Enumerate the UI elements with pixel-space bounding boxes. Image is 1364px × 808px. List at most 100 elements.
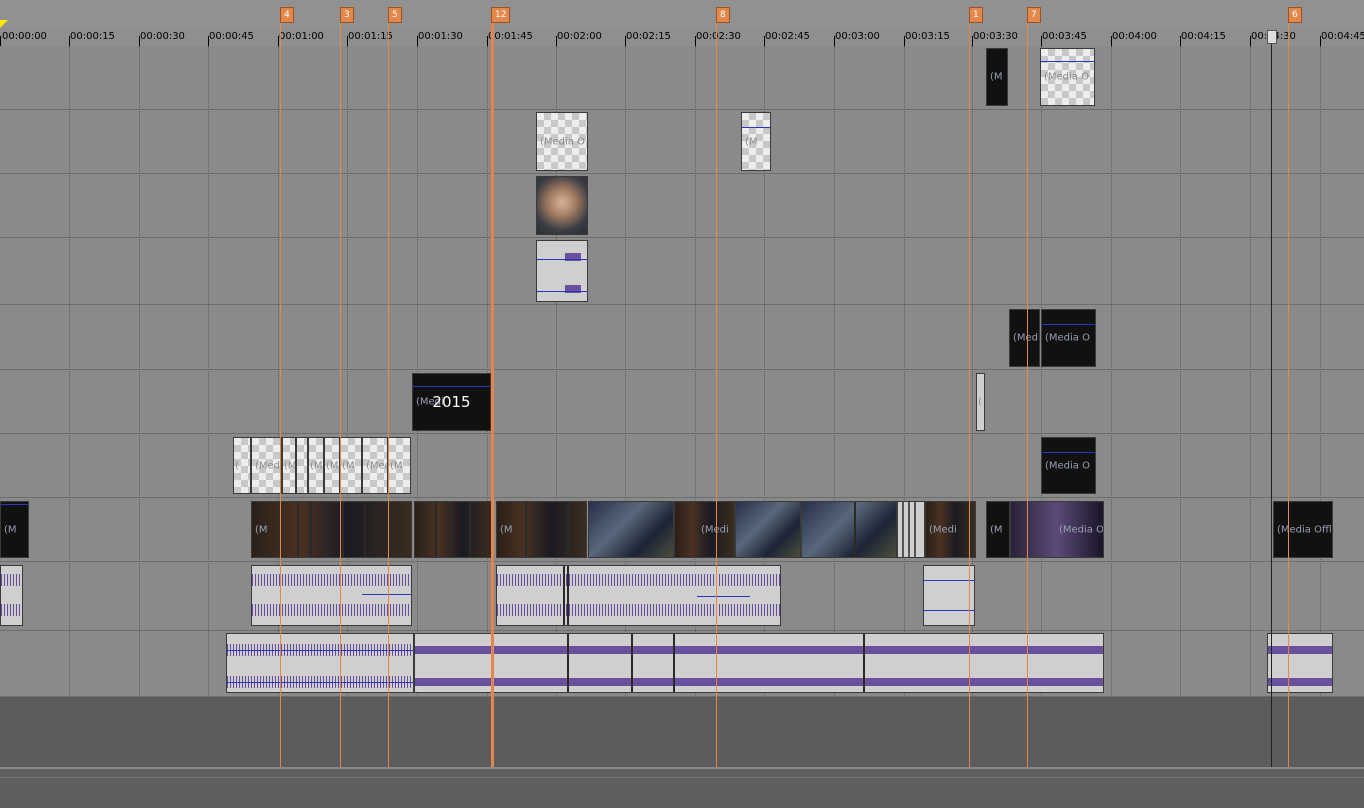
timeline-clip[interactable]: (M [388,437,411,494]
timeline-clip[interactable]: (Media O [1010,501,1104,558]
volume-envelope[interactable] [742,127,770,128]
track-7[interactable] [0,434,1364,498]
clip-divider [310,502,312,557]
clip-divider [563,566,565,625]
timeline-clip[interactable] [414,501,494,558]
clip-divider [908,502,910,557]
timeline-clip[interactable]: (M [496,501,587,558]
timeline-clip[interactable] [897,501,925,558]
ruler-tick [139,36,140,46]
volume-envelope[interactable] [537,259,587,260]
music-clip[interactable] [414,633,1104,693]
track-4-audio[interactable] [0,238,1364,305]
volume-envelope[interactable] [924,580,974,581]
volume-envelope[interactable] [227,650,413,651]
timeline-panel[interactable]: 00:00:00 00:00:15 00:00:30 00:00:45 00:0… [0,0,1364,808]
playhead-cursor[interactable] [491,10,494,808]
clip-divider [854,502,856,557]
timeline-clip[interactable]: (Media Offline) [1273,501,1333,558]
timeline-clip[interactable]: (Medi [674,501,735,558]
volume-envelope[interactable] [1042,324,1095,325]
timeline-clip[interactable]: ( [976,373,985,431]
ruler-tick [487,36,488,46]
marker-flag[interactable]: 8 [716,7,730,23]
video-thumbnail-clip[interactable] [536,176,588,235]
track-1[interactable] [0,46,1364,110]
timeline-clip[interactable]: (M [986,48,1008,106]
clip-label: (M [342,460,355,471]
audio-clip[interactable] [0,565,23,626]
timeline-clip[interactable] [735,501,801,558]
marker-flag[interactable]: 7 [1027,7,1041,23]
volume-envelope[interactable] [1042,452,1095,453]
marker-flag[interactable]: 12 [491,7,511,23]
horizontal-scrollbar[interactable] [0,767,1364,808]
audio-clip[interactable] [923,565,975,626]
grid-line [1320,46,1321,696]
timeline-clip[interactable]: (Medi [1009,309,1040,367]
volume-envelope[interactable] [227,682,413,683]
ruler-label: 00:03:00 [835,31,880,42]
clip-divider [451,502,453,557]
clip-divider [469,502,471,557]
timeline-clip[interactable]: (M [0,501,29,558]
timeline-clip[interactable] [801,501,897,558]
grid-line [487,46,488,696]
marker-flag[interactable]: 3 [340,7,354,23]
volume-envelope[interactable] [697,596,750,597]
empty-track-area[interactable] [0,697,1364,767]
timeline-clip[interactable] [588,501,674,558]
title-clip[interactable]: (Medi 2015 [412,373,491,431]
music-clip[interactable] [1267,633,1333,693]
marker-flag[interactable]: 1 [969,7,983,23]
timeline-clip[interactable]: (M [986,501,1010,558]
clip-label: (M [310,460,323,471]
track-6[interactable] [0,370,1364,434]
track-3[interactable] [0,174,1364,238]
timeline-clip[interactable]: (M [308,437,324,494]
grid-line [69,46,70,696]
timeline-clip[interactable]: ( [233,437,251,494]
clip-divider [567,634,569,692]
marker-flag[interactable]: 4 [280,7,294,23]
timeline-clip[interactable]: (Medi [362,437,388,494]
audio-clip[interactable] [496,565,781,626]
track-5[interactable] [0,305,1364,370]
edit-cursor[interactable] [1271,30,1272,808]
clip-divider [567,502,569,557]
edit-cursor-handle[interactable] [1267,30,1277,44]
marker-flag[interactable]: 6 [1288,7,1302,23]
timeline-clip[interactable] [296,437,308,494]
clip-label: (Media O [1059,524,1104,535]
timeline-clip[interactable]: (Medi [251,437,282,494]
timeline-clip[interactable]: (Media O [1041,309,1096,367]
audio-clip[interactable] [536,240,588,302]
music-clip[interactable] [226,633,414,693]
ruler-tick [904,36,905,46]
timeline-clip[interactable]: (Media O [1040,48,1095,106]
volume-envelope[interactable] [362,594,411,595]
clip-divider [673,634,675,692]
timeline-clip[interactable]: (M [340,437,362,494]
volume-envelope[interactable] [537,291,587,292]
time-ruler[interactable] [0,28,1364,47]
track-2[interactable] [0,110,1364,174]
timeline-clip[interactable]: (M [741,112,771,171]
ruler-tick [834,36,835,46]
clip-label: (M [745,136,758,147]
timeline-clip[interactable]: (Media O [1041,437,1096,494]
clip-label: (Media O [540,136,585,147]
volume-envelope[interactable] [924,610,974,611]
timeline-clip[interactable]: (M [324,437,340,494]
volume-envelope[interactable] [413,386,490,387]
ruler-tick [1041,36,1042,46]
volume-envelope[interactable] [1041,61,1094,62]
ruler-label: 00:02:30 [696,31,741,42]
timeline-clip[interactable]: (M [282,437,296,494]
timeline-clip[interactable]: (Media O [536,112,588,171]
loop-start-marker[interactable] [0,20,8,28]
volume-envelope[interactable] [1,504,28,505]
marker-bar[interactable] [0,0,1364,28]
marker-flag[interactable]: 5 [388,7,402,23]
waveform [1268,646,1332,654]
